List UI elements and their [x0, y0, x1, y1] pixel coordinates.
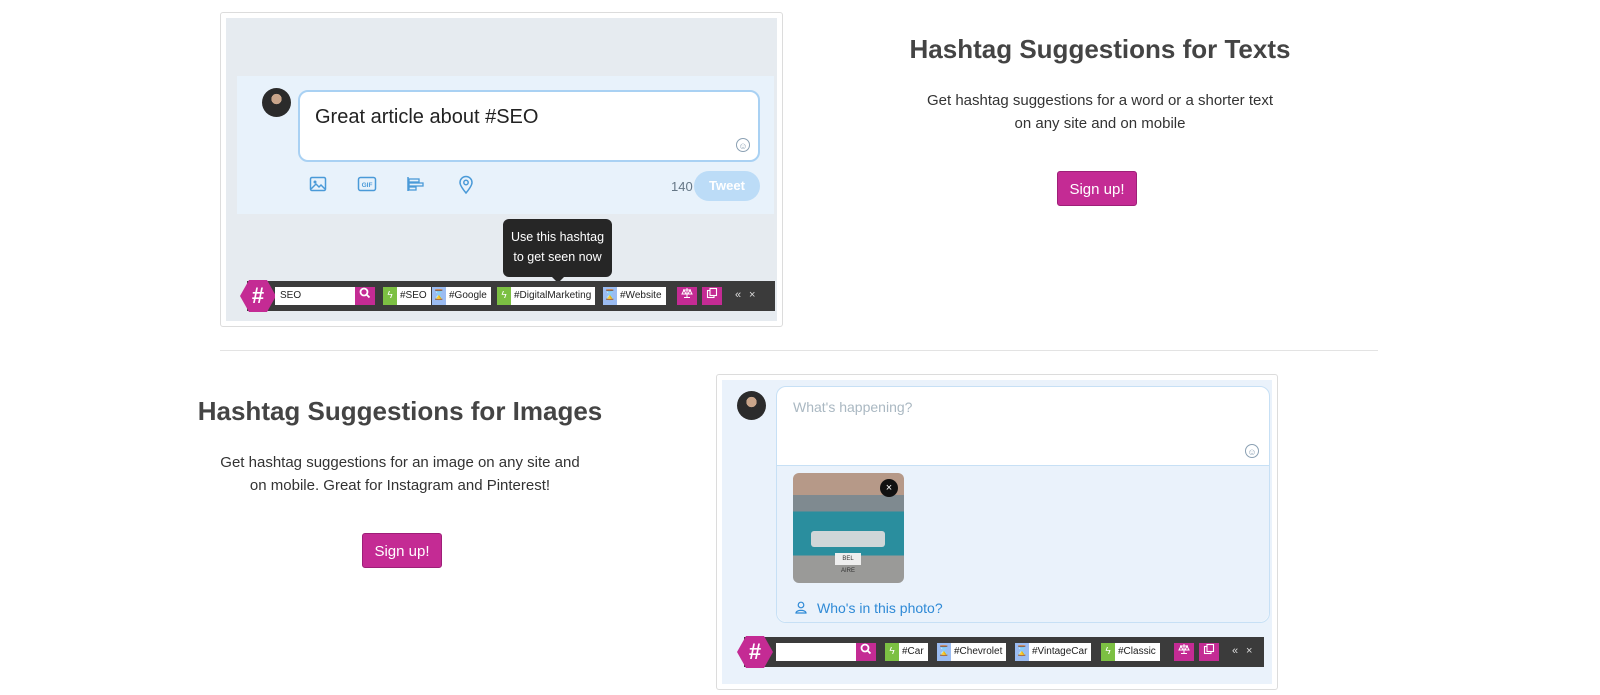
section-divider — [220, 350, 1378, 351]
copy-icon — [706, 287, 718, 299]
hourglass-icon: ⌛ — [432, 287, 446, 305]
emoji-icon[interactable]: ☺ — [1245, 444, 1259, 458]
hashtag-chip-label: #Google — [446, 287, 491, 305]
emoji-icon[interactable]: ☺ — [736, 138, 750, 152]
bolt-icon: ϟ — [885, 643, 899, 661]
text-demo-canvas: Great article about #SEO ☺ GIF 140 Tweet… — [226, 18, 777, 321]
hashtag-chip-google[interactable]: ⌛ #Google — [432, 287, 491, 305]
hashtag-chip-vintagecar[interactable]: ⌛ #VintageCar — [1015, 643, 1092, 661]
hashtag-chip-label: #Website — [617, 287, 666, 305]
collapse-icon[interactable]: « — [1232, 645, 1238, 657]
section-texts-description: Get hashtag suggestions for a word or a … — [860, 89, 1340, 135]
hashtag-tooltip: Use this hashtag to get seen now — [503, 219, 612, 283]
collapse-icon[interactable]: « — [735, 289, 741, 301]
copy-button[interactable] — [702, 287, 722, 305]
signup-images-button[interactable]: Sign up! — [362, 533, 442, 568]
tweet-compose-panel: Great article about #SEO ☺ GIF 140 Tweet — [237, 76, 774, 214]
bolt-icon: ϟ — [383, 287, 397, 305]
hourglass-icon: ⌛ — [1015, 643, 1029, 661]
close-icon[interactable]: × — [749, 289, 755, 301]
hashtag-chip-label: #Chevrolet — [951, 643, 1007, 661]
search-button[interactable] — [856, 643, 876, 661]
compare-button[interactable] — [677, 287, 697, 305]
compose-placeholder: What's happening? — [793, 399, 913, 415]
image-icon[interactable] — [308, 175, 328, 195]
close-icon[interactable]: × — [1246, 645, 1252, 657]
gif-icon[interactable]: GIF — [357, 175, 377, 195]
tweet-compose-box[interactable]: What's happening? ☺ BEL AIRE × Who's in … — [776, 386, 1270, 623]
section-texts-title: Hashtag Suggestions for Texts — [909, 34, 1291, 64]
copy-icon — [1203, 643, 1215, 655]
scale-icon — [681, 288, 693, 298]
section-images-title: Hashtag Suggestions for Images — [197, 396, 603, 426]
car-plate: BEL AIRE — [835, 553, 861, 574]
hashtag-chip-website[interactable]: ⌛ #Website — [603, 287, 666, 305]
section-images-description: Get hashtag suggestions for an image on … — [160, 451, 640, 497]
hashtag-chip-chevrolet[interactable]: ⌛ #Chevrolet — [937, 643, 1007, 661]
tweet-compose-box[interactable]: Great article about #SEO ☺ — [298, 90, 760, 162]
search-icon — [359, 287, 371, 299]
hashtag-chip-classic[interactable]: ϟ #Classic — [1101, 643, 1160, 661]
hourglass-icon: ⌛ — [937, 643, 951, 661]
desc-line-1: Get hashtag suggestions for a word or a … — [926, 92, 1274, 109]
desc-line-2: on mobile. Great for Instagram and Pinte… — [249, 477, 551, 494]
hashtag-search-input[interactable] — [776, 643, 856, 661]
hashtag-chip-seo[interactable]: ϟ #SEO — [383, 287, 431, 305]
user-avatar — [737, 391, 766, 420]
search-button[interactable] — [355, 287, 375, 305]
desc-line-1: Get hashtag suggestions for an image on … — [220, 454, 580, 471]
text-demo-frame: Great article about #SEO ☺ GIF 140 Tweet… — [220, 12, 783, 327]
car-grille — [811, 531, 885, 547]
hashtag-chip-label: #VintageCar — [1029, 643, 1092, 661]
person-icon — [795, 601, 807, 617]
hashtag-chip-label: #DigitalMarketing — [511, 287, 596, 305]
poll-icon[interactable] — [406, 175, 426, 195]
compare-button[interactable] — [1174, 643, 1194, 661]
hashtag-chip-label: #SEO — [397, 287, 431, 305]
location-icon[interactable] — [456, 175, 476, 195]
user-avatar — [262, 88, 291, 117]
image-demo-canvas: What's happening? ☺ BEL AIRE × Who's in … — [722, 380, 1272, 684]
signup-texts-button[interactable]: Sign up! — [1057, 171, 1137, 206]
desc-line-2: on any site and on mobile — [1014, 115, 1186, 132]
tooltip-line-1: Use this hashtag — [510, 230, 605, 244]
tweet-button[interactable]: Tweet — [694, 171, 760, 201]
hashtag-chip-label: #Car — [899, 643, 928, 661]
image-demo-frame: What's happening? ☺ BEL AIRE × Who's in … — [716, 374, 1278, 690]
hashtag-chip-car[interactable]: ϟ #Car — [885, 643, 928, 661]
svg-text:GIF: GIF — [362, 182, 373, 189]
tooltip-line-2: to get seen now — [513, 250, 602, 264]
tag-people-link[interactable]: Who's in this photo? — [817, 600, 943, 616]
hashtag-chip-label: #Classic — [1115, 643, 1160, 661]
bolt-icon: ϟ — [1101, 643, 1115, 661]
hourglass-icon: ⌛ — [603, 287, 617, 305]
char-count: 140 — [671, 179, 693, 194]
scale-icon — [1178, 644, 1190, 654]
copy-button[interactable] — [1199, 643, 1219, 661]
search-icon — [860, 643, 872, 655]
compose-text: Great article about #SEO — [315, 106, 539, 128]
hashtag-search-input[interactable]: SEO — [275, 287, 355, 305]
bolt-icon: ϟ — [497, 287, 511, 305]
hashtag-chip-digitalmarketing[interactable]: ϟ #DigitalMarketing — [497, 287, 596, 305]
remove-photo-icon[interactable]: × — [880, 479, 898, 497]
